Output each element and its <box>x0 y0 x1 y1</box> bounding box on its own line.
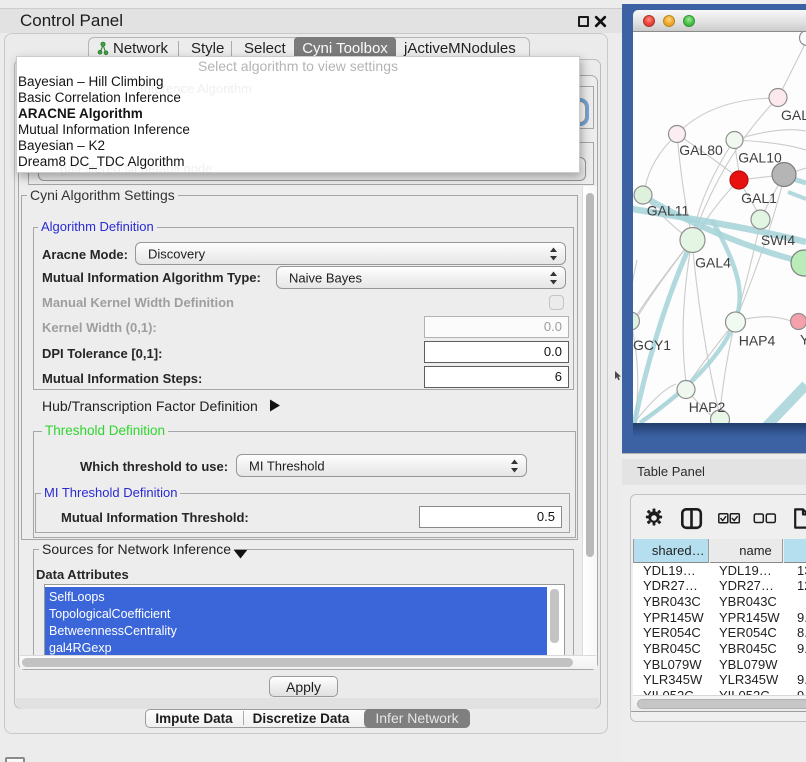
svg-text:GAL10: GAL10 <box>738 150 782 166</box>
svg-text:GAL11: GAL11 <box>647 203 690 219</box>
svg-text:SWI4: SWI4 <box>761 232 795 248</box>
svg-text:GAL80: GAL80 <box>679 142 723 158</box>
svg-text:GCY1: GCY1 <box>633 337 671 353</box>
svg-text:GAL4: GAL4 <box>695 255 731 271</box>
svg-text:HAP2: HAP2 <box>689 399 726 415</box>
svg-text:Y: Y <box>800 332 806 348</box>
svg-text:HAP4: HAP4 <box>739 333 776 349</box>
svg-text:GAL: GAL <box>781 107 806 123</box>
svg-text:GAL1: GAL1 <box>741 190 777 206</box>
